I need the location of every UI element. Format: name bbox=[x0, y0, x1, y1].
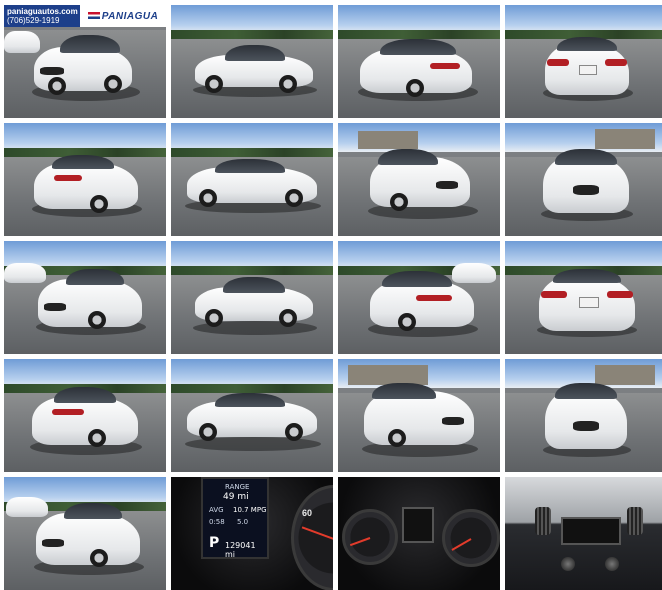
trip-computer-display: RANGE 49 mi AVG 10.7 MPG 0:58 5.0 P 1290… bbox=[201, 477, 269, 559]
car-rear-photo bbox=[505, 241, 662, 354]
dealer-website: paniaguautos.com bbox=[7, 7, 78, 16]
photo-thumb-14[interactable] bbox=[171, 359, 333, 472]
speedo-mark: 60 bbox=[302, 508, 313, 518]
odometer: 129041 mi bbox=[225, 541, 256, 559]
range-value: 49 mi bbox=[223, 492, 249, 502]
avg-label: AVG bbox=[209, 506, 224, 514]
photo-thumb-1[interactable]: paniaguautos.com (706)529-1919 PANIAGUA bbox=[4, 5, 166, 118]
trip-time: 0:58 bbox=[209, 518, 225, 526]
speedometer-gauge: 60 bbox=[291, 485, 333, 590]
car-rear-photo bbox=[505, 5, 662, 118]
car-rear-left-photo bbox=[4, 123, 166, 236]
range-label: RANGE bbox=[225, 483, 250, 491]
gear-indicator: P bbox=[209, 535, 220, 551]
left-vent bbox=[535, 507, 551, 535]
photo-thumb-20[interactable] bbox=[505, 477, 662, 590]
photo-thumb-9[interactable] bbox=[4, 241, 166, 354]
photo-thumb-6[interactable] bbox=[171, 123, 333, 236]
photo-thumb-3[interactable] bbox=[338, 5, 500, 118]
photo-thumb-4[interactable] bbox=[505, 5, 662, 118]
car-side-photo bbox=[171, 123, 333, 236]
car-front-photo bbox=[505, 359, 662, 472]
photo-thumb-12[interactable] bbox=[505, 241, 662, 354]
gauges-photo bbox=[338, 477, 500, 590]
center-console-photo bbox=[505, 477, 662, 590]
car-front-right-photo bbox=[338, 359, 500, 472]
photo-thumb-11[interactable] bbox=[338, 241, 500, 354]
photo-thumb-18[interactable]: RANGE 49 mi AVG 10.7 MPG 0:58 5.0 P 1290… bbox=[171, 477, 333, 590]
car-front-right-photo bbox=[338, 123, 500, 236]
car-rear-left-photo bbox=[338, 241, 500, 354]
photo-thumb-16[interactable] bbox=[505, 359, 662, 472]
instrument-cluster-photo: RANGE 49 mi AVG 10.7 MPG 0:58 5.0 P 1290… bbox=[171, 477, 333, 590]
photo-thumb-15[interactable] bbox=[338, 359, 500, 472]
radio-display bbox=[561, 517, 621, 545]
photo-thumb-19[interactable] bbox=[338, 477, 500, 590]
dealer-logo: paniaguautos.com (706)529-1919 PANIAGUA bbox=[4, 5, 166, 27]
photo-thumb-13[interactable] bbox=[4, 359, 166, 472]
tachometer-gauge bbox=[342, 509, 398, 565]
tune-knob-icon bbox=[605, 557, 619, 571]
photo-thumb-10[interactable] bbox=[171, 241, 333, 354]
photo-thumb-5[interactable] bbox=[4, 123, 166, 236]
car-rear-left-photo bbox=[4, 359, 166, 472]
flag-icon bbox=[87, 12, 100, 20]
car-side-photo bbox=[171, 241, 333, 354]
right-vent bbox=[627, 507, 643, 535]
photo-thumb-17[interactable] bbox=[4, 477, 166, 590]
photo-thumb-2[interactable] bbox=[171, 5, 333, 118]
car-front-left-photo bbox=[4, 477, 166, 590]
photo-thumb-8[interactable] bbox=[505, 123, 662, 236]
car-front-left-photo bbox=[4, 241, 166, 354]
photo-gallery: paniaguautos.com (706)529-1919 PANIAGUA bbox=[4, 5, 662, 590]
trip-duration: 5.0 bbox=[237, 518, 249, 526]
car-front-photo bbox=[505, 123, 662, 236]
dealer-phone: (706)529-1919 bbox=[7, 16, 60, 25]
car-side-photo bbox=[171, 5, 333, 118]
car-side-photo bbox=[171, 359, 333, 472]
speed-gauge bbox=[442, 509, 500, 567]
car-rear-left-photo bbox=[338, 5, 500, 118]
volume-knob-icon bbox=[561, 557, 575, 571]
center-display bbox=[402, 507, 434, 543]
dealer-brand: PANIAGUA bbox=[101, 10, 159, 22]
photo-thumb-7[interactable] bbox=[338, 123, 500, 236]
avg-value: 10.7 MPG bbox=[233, 506, 267, 514]
